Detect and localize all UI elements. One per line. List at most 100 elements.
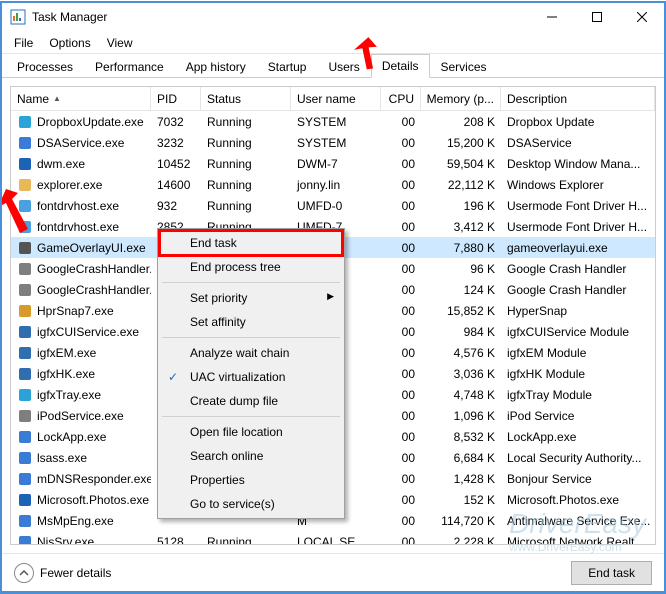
- table-row[interactable]: DropboxUpdate.exe7032RunningSYSTEM00208 …: [11, 111, 655, 132]
- col-header-cpu[interactable]: CPU: [381, 87, 421, 110]
- process-description: Desktop Window Mana...: [501, 155, 655, 173]
- context-menu-item[interactable]: Set priority▶: [160, 286, 342, 310]
- col-header-description[interactable]: Description: [501, 87, 655, 110]
- process-description: Usermode Font Driver H...: [501, 197, 655, 215]
- process-icon: [17, 198, 33, 214]
- context-menu-label: Create dump file: [190, 394, 278, 408]
- process-icon: [17, 450, 33, 466]
- process-description: LockApp.exe: [501, 428, 655, 446]
- process-memory: 15,200 K: [421, 134, 501, 152]
- process-description: Microsoft.Photos.exe: [501, 491, 655, 509]
- process-name: GoogleCrashHandler...: [37, 262, 151, 276]
- menu-options[interactable]: Options: [41, 34, 98, 52]
- context-menu-label: Go to service(s): [190, 497, 275, 511]
- context-menu-item[interactable]: End task: [160, 231, 342, 255]
- context-menu-label: End task: [190, 236, 237, 250]
- process-cpu: 00: [381, 407, 421, 425]
- col-header-pid[interactable]: PID: [151, 87, 201, 110]
- process-cpu: 00: [381, 365, 421, 383]
- col-header-status[interactable]: Status: [201, 87, 291, 110]
- process-name: NisSrv.exe: [37, 535, 94, 545]
- fewer-details-button[interactable]: Fewer details: [14, 563, 571, 583]
- process-user: UMFD-0: [291, 197, 381, 215]
- tab-performance[interactable]: Performance: [84, 55, 175, 78]
- process-memory: 4,576 K: [421, 344, 501, 362]
- process-memory: 2,228 K: [421, 533, 501, 545]
- context-menu-item[interactable]: Open file location: [160, 420, 342, 444]
- process-name: lsass.exe: [37, 451, 87, 465]
- process-name: igfxEM.exe: [37, 346, 96, 360]
- process-icon: [17, 303, 33, 319]
- menu-view[interactable]: View: [99, 34, 141, 52]
- process-user: jonny.lin: [291, 176, 381, 194]
- context-menu-item[interactable]: Go to service(s): [160, 492, 342, 516]
- sort-asc-icon: ▲: [53, 94, 61, 103]
- context-menu-item[interactable]: End process tree: [160, 255, 342, 279]
- process-name: fontdrvhost.exe: [37, 220, 119, 234]
- process-icon: [17, 324, 33, 340]
- table-row[interactable]: explorer.exe14600Runningjonny.lin0022,11…: [11, 174, 655, 195]
- process-memory: 8,532 K: [421, 428, 501, 446]
- process-cpu: 00: [381, 533, 421, 545]
- col-header-memory[interactable]: Memory (p...: [421, 87, 501, 110]
- tab-details[interactable]: Details: [371, 54, 430, 78]
- process-user: DWM-7: [291, 155, 381, 173]
- tab-users[interactable]: Users: [317, 55, 370, 78]
- chevron-right-icon: ▶: [327, 291, 334, 302]
- context-menu-label: Analyze wait chain: [190, 346, 289, 360]
- context-menu-item[interactable]: Create dump file: [160, 389, 342, 413]
- process-description: igfxTray Module: [501, 386, 655, 404]
- process-memory: 208 K: [421, 113, 501, 131]
- tab-app-history[interactable]: App history: [175, 55, 257, 78]
- process-name: LockApp.exe: [37, 430, 106, 444]
- grid-header: Name▲ PID Status User name CPU Memory (p…: [11, 87, 655, 111]
- context-menu-item[interactable]: Analyze wait chain: [160, 341, 342, 365]
- end-task-button[interactable]: End task: [571, 561, 652, 585]
- context-menu-item[interactable]: ✓UAC virtualization: [160, 365, 342, 389]
- process-status: [201, 519, 291, 523]
- process-name: DropboxUpdate.exe: [37, 115, 144, 129]
- process-pid: [151, 519, 201, 523]
- context-menu: End task End process tree Set priority▶Set…: [157, 228, 345, 519]
- menu-file[interactable]: File: [6, 34, 41, 52]
- process-name: Microsoft.Photos.exe: [37, 493, 149, 507]
- process-icon: [17, 366, 33, 382]
- process-description: iPod Service: [501, 407, 655, 425]
- process-description: Local Security Authority...: [501, 449, 655, 467]
- process-description: Usermode Font Driver H...: [501, 218, 655, 236]
- process-icon: [17, 177, 33, 193]
- process-description: Dropbox Update: [501, 113, 655, 131]
- context-menu-item[interactable]: Properties: [160, 468, 342, 492]
- process-icon: [17, 408, 33, 424]
- process-cpu: 00: [381, 428, 421, 446]
- tab-services[interactable]: Services: [430, 55, 498, 78]
- process-name: iPodService.exe: [37, 409, 124, 423]
- footer: Fewer details End task: [2, 553, 664, 591]
- context-menu-label: Open file location: [190, 425, 283, 439]
- table-row[interactable]: dwm.exe10452RunningDWM-70059,504 KDeskto…: [11, 153, 655, 174]
- process-memory: 114,720 K: [421, 512, 501, 530]
- context-menu-item[interactable]: Set affinity: [160, 310, 342, 334]
- close-button[interactable]: [619, 2, 664, 32]
- process-name: GameOverlayUI.exe: [37, 241, 146, 255]
- tab-processes[interactable]: Processes: [6, 55, 84, 78]
- menu-separator: [162, 282, 340, 283]
- process-name: fontdrvhost.exe: [37, 199, 119, 213]
- process-description: DSAService: [501, 134, 655, 152]
- table-row[interactable]: fontdrvhost.exe932RunningUMFD-000196 KUs…: [11, 195, 655, 216]
- process-memory: 96 K: [421, 260, 501, 278]
- process-icon: [17, 240, 33, 256]
- fewer-details-label: Fewer details: [40, 566, 111, 580]
- table-row[interactable]: NisSrv.exe5128RunningLOCAL SE...002,228 …: [11, 531, 655, 544]
- table-row[interactable]: DSAService.exe3232RunningSYSTEM0015,200 …: [11, 132, 655, 153]
- col-header-name[interactable]: Name▲: [11, 87, 151, 110]
- maximize-button[interactable]: [574, 2, 619, 32]
- minimize-button[interactable]: [529, 2, 574, 32]
- process-cpu: 00: [381, 302, 421, 320]
- tab-startup[interactable]: Startup: [257, 55, 318, 78]
- process-status: Running: [201, 197, 291, 215]
- context-menu-item[interactable]: Search online: [160, 444, 342, 468]
- process-name: HprSnap7.exe: [37, 304, 114, 318]
- process-pid: 10452: [151, 155, 201, 173]
- col-header-user[interactable]: User name: [291, 87, 381, 110]
